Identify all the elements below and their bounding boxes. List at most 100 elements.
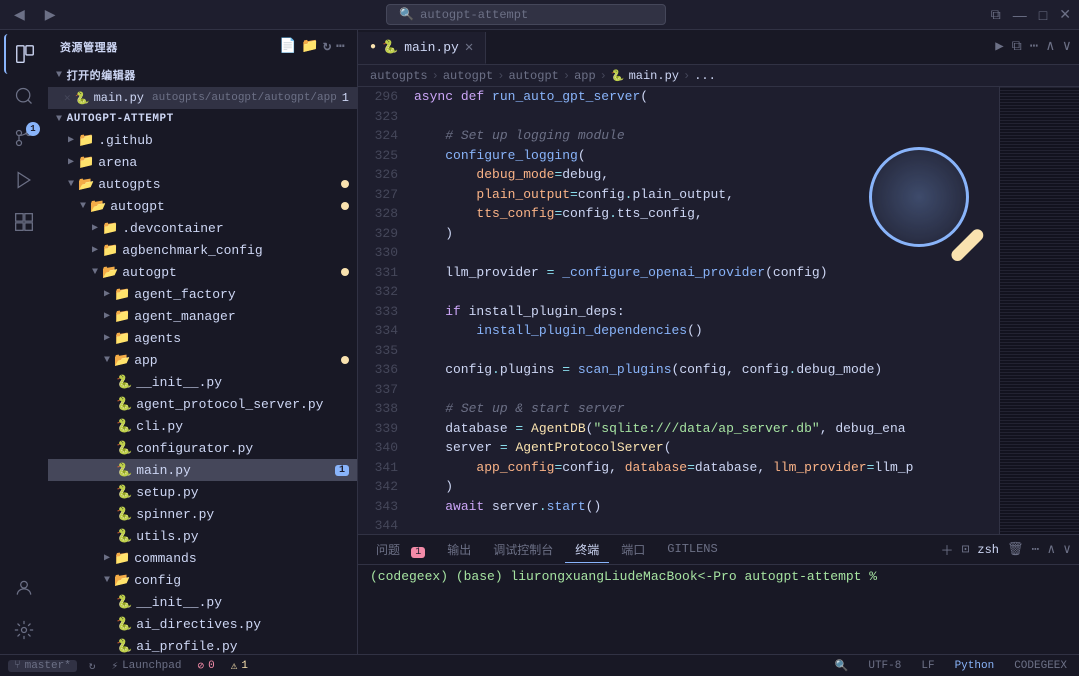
nav-forward-button[interactable]: ▶ xyxy=(39,4,62,25)
py-icon: 🐍 xyxy=(116,419,132,434)
tab-main-py[interactable]: ● 🐍 main.py ✕ xyxy=(358,32,486,64)
minimize-button[interactable]: — xyxy=(1013,7,1027,23)
py-icon: 🐍 xyxy=(116,463,132,478)
error-item[interactable]: ⊘ 0 xyxy=(194,659,219,673)
root-section[interactable]: ▼ AUTOGPT-ATTEMPT xyxy=(48,109,357,129)
language-item[interactable]: Python xyxy=(951,660,999,672)
run-icon[interactable]: ▶ xyxy=(995,38,1003,55)
breadcrumb-ellipsis[interactable]: ... xyxy=(694,69,716,83)
close-icon[interactable]: ✕ xyxy=(64,91,71,105)
new-file-icon[interactable]: 📄 xyxy=(279,38,297,55)
split-editor-button[interactable]: ⧉ xyxy=(991,6,1001,23)
activity-explorer[interactable] xyxy=(4,34,44,74)
chevron-up-icon[interactable]: ∧ xyxy=(1046,38,1054,55)
sidebar-item-devcontainer[interactable]: ▶ 📁 .devcontainer xyxy=(48,217,357,239)
trash-icon[interactable]: 🗑 xyxy=(1007,542,1024,557)
sidebar-item-commands[interactable]: ▶ 📁 commands xyxy=(48,547,357,569)
more-panel-icon[interactable]: ⋯ xyxy=(1032,542,1040,557)
warn-item[interactable]: ⚠ 1 xyxy=(227,659,252,673)
sidebar-item-config[interactable]: ▼ 📂 config xyxy=(48,569,357,591)
open-editor-file[interactable]: ✕ 🐍 main.py autogpts/autogpt/autogpt/app… xyxy=(48,87,357,109)
sidebar-item-autogpt-folder[interactable]: ▼ 📂 autogpt xyxy=(48,195,357,217)
maximize-button[interactable]: □ xyxy=(1039,7,1047,23)
split-icon[interactable]: ⧉ xyxy=(1012,39,1022,55)
agent-protocol-label: agent_protocol_server.py xyxy=(136,397,323,412)
line-numbers: 296 323 324 325 326 327 328 329 330 331 … xyxy=(358,87,406,534)
panel-tab-terminal[interactable]: 终端 xyxy=(565,537,609,563)
activity-git[interactable]: 1 xyxy=(4,118,44,158)
chevron-down-icon: ▼ xyxy=(68,179,74,190)
sidebar-item-agents[interactable]: ▶ 📁 agents xyxy=(48,327,357,349)
open-editors-section[interactable]: ▼ 打开的编辑器 xyxy=(48,63,357,87)
sep1: › xyxy=(432,69,439,83)
sep2: › xyxy=(497,69,504,83)
more-icon[interactable]: ⋯ xyxy=(1030,38,1038,55)
panel-tab-output[interactable]: 输出 xyxy=(437,537,481,563)
sidebar-item-ai-profile[interactable]: 🐍 ai_profile.py xyxy=(48,635,357,654)
chevron-down-icon2[interactable]: ∨ xyxy=(1063,38,1071,55)
sync-item[interactable]: ↻ xyxy=(85,659,100,673)
sidebar-item-agent-manager[interactable]: ▶ 📁 agent_manager xyxy=(48,305,357,327)
sidebar-item-config-init[interactable]: 🐍 __init__.py xyxy=(48,591,357,613)
chevron-up-panel-icon[interactable]: ∧ xyxy=(1047,542,1055,557)
encoding-item[interactable]: UTF-8 xyxy=(864,660,905,672)
activity-run[interactable] xyxy=(4,160,44,200)
git-branch-item[interactable]: ⑂ master* xyxy=(8,660,77,672)
new-folder-icon[interactable]: 📁 xyxy=(301,38,319,55)
panel-tab-gitlens[interactable]: GITLENS xyxy=(657,538,727,561)
sidebar-item-utils[interactable]: 🐍 utils.py xyxy=(48,525,357,547)
tab-name: main.py xyxy=(404,40,459,55)
chevron-down-panel-icon[interactable]: ∨ xyxy=(1063,542,1071,557)
status-left: ⑂ master* ↻ ⚡ Launchpad ⊘ 0 ⚠ 1 xyxy=(8,659,252,673)
breadcrumb-autogpts[interactable]: autogpts xyxy=(370,69,428,83)
sidebar-item-main[interactable]: 🐍 main.py 1 xyxy=(48,459,357,481)
terminal-content[interactable]: (codegeex) (base) liurongxuangLiudeMacBo… xyxy=(358,565,1079,654)
split-terminal-icon[interactable]: ⊡ xyxy=(962,542,970,557)
remote-item[interactable]: ⚡ Launchpad xyxy=(107,659,185,673)
sidebar-item-init[interactable]: 🐍 __init__.py xyxy=(48,371,357,393)
sidebar-item-configurator[interactable]: 🐍 configurator.py xyxy=(48,437,357,459)
sidebar-item-agbenchmark[interactable]: ▶ 📁 agbenchmark_config xyxy=(48,239,357,261)
chevron-down-icon: ▼ xyxy=(104,355,110,366)
sidebar-item-agent-factory[interactable]: ▶ 📁 agent_factory xyxy=(48,283,357,305)
panel-tab-problems[interactable]: 问题 1 xyxy=(366,537,435,563)
panel-tab-ports[interactable]: 端口 xyxy=(611,537,655,563)
breadcrumb-autogpt2[interactable]: autogpt xyxy=(508,69,558,83)
sidebar-item-arena[interactable]: ▶ 📁 arena xyxy=(48,151,357,173)
cli-label: cli.py xyxy=(136,419,183,434)
title-search-box[interactable]: 🔍 autogpt-attempt xyxy=(386,4,666,25)
sidebar-item-cli[interactable]: 🐍 cli.py xyxy=(48,415,357,437)
activity-extensions[interactable] xyxy=(4,202,44,242)
sidebar-item-setup[interactable]: 🐍 setup.py xyxy=(48,481,357,503)
activity-search[interactable] xyxy=(4,76,44,116)
search-status-icon: 🔍 xyxy=(835,659,849,673)
breadcrumb-app[interactable]: app xyxy=(574,69,596,83)
sidebar-item-autogpts[interactable]: ▼ 📂 autogpts xyxy=(48,173,357,195)
code-content[interactable]: async def run_auto_gpt_server( # Set up … xyxy=(406,87,999,534)
close-button[interactable]: ✕ xyxy=(1059,6,1071,23)
sidebar-item-github[interactable]: ▶ 📁 .github xyxy=(48,129,357,151)
activity-account[interactable] xyxy=(4,568,44,608)
sidebar-item-app[interactable]: ▼ 📂 app xyxy=(48,349,357,371)
breadcrumb-autogpt[interactable]: autogpt xyxy=(443,69,493,83)
tab-close-button[interactable]: ✕ xyxy=(465,41,473,55)
panel-tab-debug[interactable]: 调试控制台 xyxy=(483,537,563,563)
minimap[interactable] xyxy=(999,87,1079,534)
config-init-label: __init__.py xyxy=(136,595,222,610)
sidebar-actions: 📄 📁 ↻ ⋯ xyxy=(279,38,345,55)
collapse-icon[interactable]: ⋯ xyxy=(336,38,345,55)
search-status-item[interactable]: 🔍 xyxy=(831,659,853,673)
init-label: __init__.py xyxy=(136,375,222,390)
breadcrumb-main[interactable]: main.py xyxy=(629,69,679,83)
codegeex-item[interactable]: CODEGEEX xyxy=(1010,660,1071,672)
main-badge: 1 xyxy=(335,465,349,476)
refresh-icon[interactable]: ↻ xyxy=(323,38,332,55)
sidebar-item-spinner[interactable]: 🐍 spinner.py xyxy=(48,503,357,525)
activity-settings[interactable] xyxy=(4,610,44,650)
sidebar-item-agent-protocol[interactable]: 🐍 agent_protocol_server.py xyxy=(48,393,357,415)
sidebar-item-autogpt-sub[interactable]: ▼ 📂 autogpt xyxy=(48,261,357,283)
line-ending-item[interactable]: LF xyxy=(917,660,938,672)
sidebar-item-ai-directives[interactable]: 🐍 ai_directives.py xyxy=(48,613,357,635)
nav-back-button[interactable]: ◀ xyxy=(8,4,31,25)
add-terminal-icon[interactable]: ＋ xyxy=(941,540,954,559)
